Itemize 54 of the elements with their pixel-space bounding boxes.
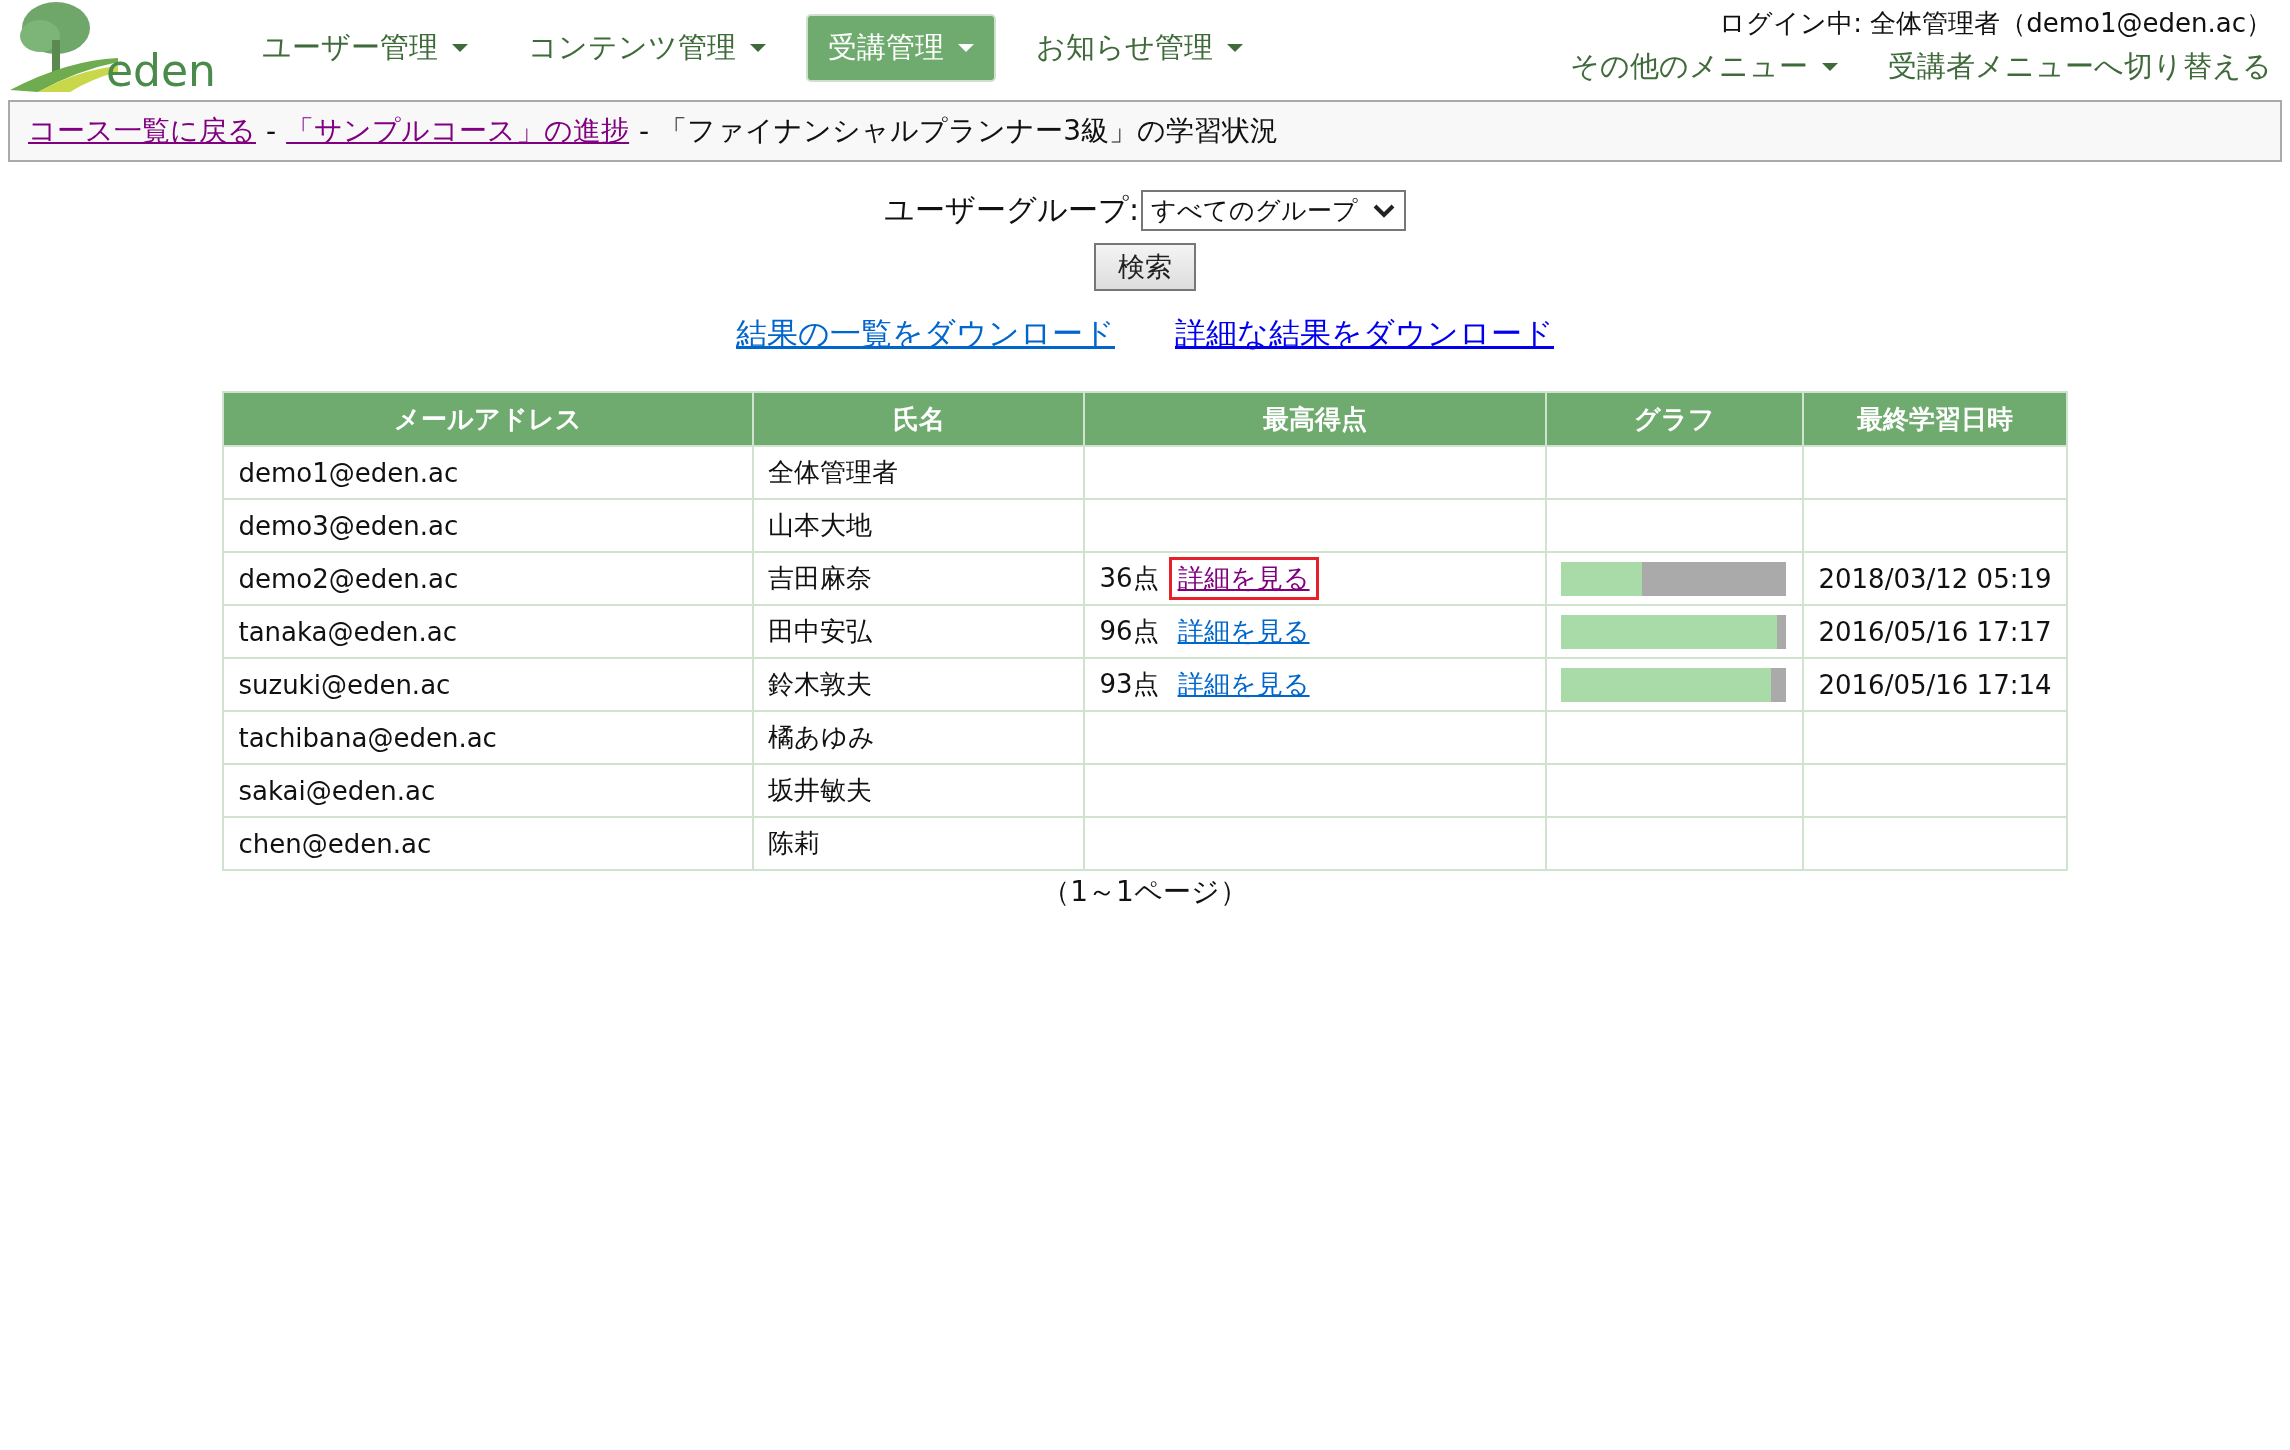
table-cell: 2016/05/16 17:14 [1803,658,2067,711]
column-header: 最高得点 [1084,392,1547,446]
table-cell: tachibana@eden.ac [223,711,754,764]
column-header: メールアドレス [223,392,754,446]
download-link[interactable]: 詳細な結果をダウンロード [1175,313,1554,355]
switch-menu-link[interactable]: 受講者メニューへ切り替える [1888,47,2272,87]
table-cell: 田中安弘 [753,605,1085,658]
score-text: 93点 [1099,668,1159,701]
logo-text: eden [106,49,216,95]
caret-icon [750,44,766,52]
nav-menu[interactable]: お知らせ管理 [1016,14,1263,82]
table-cell: 2018/03/12 05:19 [1803,552,2067,605]
caret-icon [958,44,974,52]
table-cell: 橘あゆみ [753,711,1085,764]
table-cell: 吉田麻奈 [753,552,1085,605]
column-header: 最終学習日時 [1803,392,2067,446]
chevron-down-icon [1372,202,1397,219]
breadcrumb-separator: - [266,114,277,148]
score-text: 96点 [1099,615,1159,648]
table-cell: demo1@eden.ac [223,446,754,499]
table-cell: tanaka@eden.ac [223,605,754,658]
score-text: 36点 [1099,562,1159,595]
table-cell: sakai@eden.ac [223,764,754,817]
nav-menu[interactable]: ユーザー管理 [242,14,488,82]
table-cell: 坂井敏夫 [753,764,1085,817]
breadcrumb-link[interactable]: コース一覧に戻る [28,112,256,150]
login-status: ログイン中: 全体管理者（demo1@eden.ac） [1719,7,2272,40]
detail-link[interactable]: 詳細を見る [1168,609,1319,654]
table-cell: chen@eden.ac [223,817,754,870]
detail-link[interactable]: 詳細を見る [1168,662,1319,707]
other-menu[interactable]: その他のメニュー [1570,47,1838,87]
search-button[interactable]: 検索 [1094,243,1196,291]
table-cell: 山本大地 [753,499,1085,552]
breadcrumb-link[interactable]: 「サンプルコース」の進捗 [286,112,630,150]
caret-icon [1227,44,1243,52]
table-cell: 全体管理者 [753,446,1085,499]
group-dropdown[interactable]: すべてのグループ [1141,190,1407,231]
table-cell: demo2@eden.ac [223,552,754,605]
breadcrumb-separator: - [639,114,650,148]
download-link[interactable]: 結果の一覧をダウンロード [736,313,1115,355]
caret-icon [452,44,468,52]
table-cell: suzuki@eden.ac [223,658,754,711]
group-label: ユーザーグループ: [883,191,1140,229]
detail-link[interactable]: 詳細を見る [1168,556,1319,601]
caret-icon [1822,63,1838,71]
column-header: グラフ [1546,392,1804,446]
table-cell: 2016/05/16 17:17 [1803,605,2067,658]
pagination-text: （1～1ページ） [1041,874,1249,910]
column-header: 氏名 [753,392,1085,446]
table-cell: demo3@eden.ac [223,499,754,552]
page-title: 「ファイナンシャルプランナー3級」の学習状況 [659,113,1279,149]
table-cell: 鈴木敦夫 [753,658,1085,711]
table-cell: 陈莉 [753,817,1085,870]
nav-menu[interactable]: コンテンツ管理 [508,14,786,82]
